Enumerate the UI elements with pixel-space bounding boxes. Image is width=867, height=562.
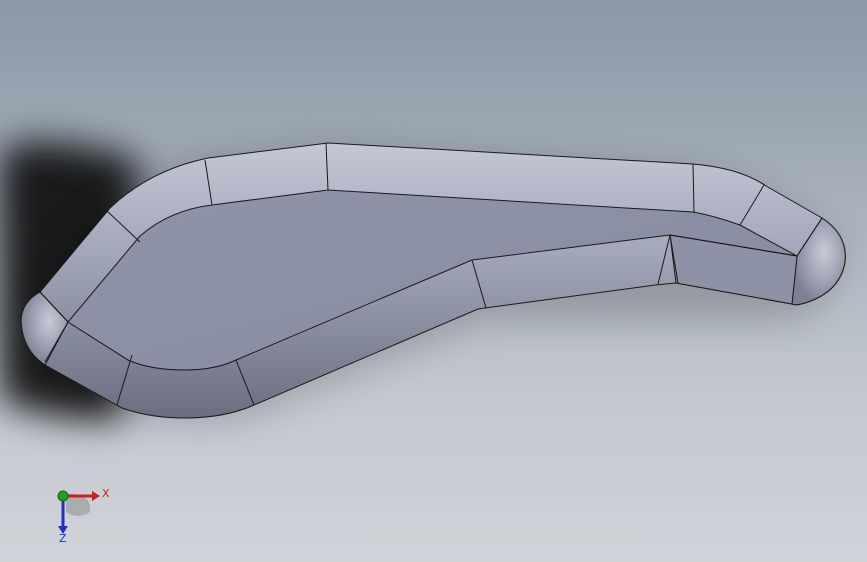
graphics-viewport[interactable]: X Z	[0, 0, 867, 562]
z-axis-label: Z	[59, 532, 67, 544]
reference-triad: X Z	[48, 482, 118, 544]
x-axis-label: X	[102, 487, 110, 500]
x-axis-arrow	[92, 491, 100, 501]
part-model-view[interactable]	[0, 0, 867, 562]
y-axis-dot	[57, 490, 69, 502]
